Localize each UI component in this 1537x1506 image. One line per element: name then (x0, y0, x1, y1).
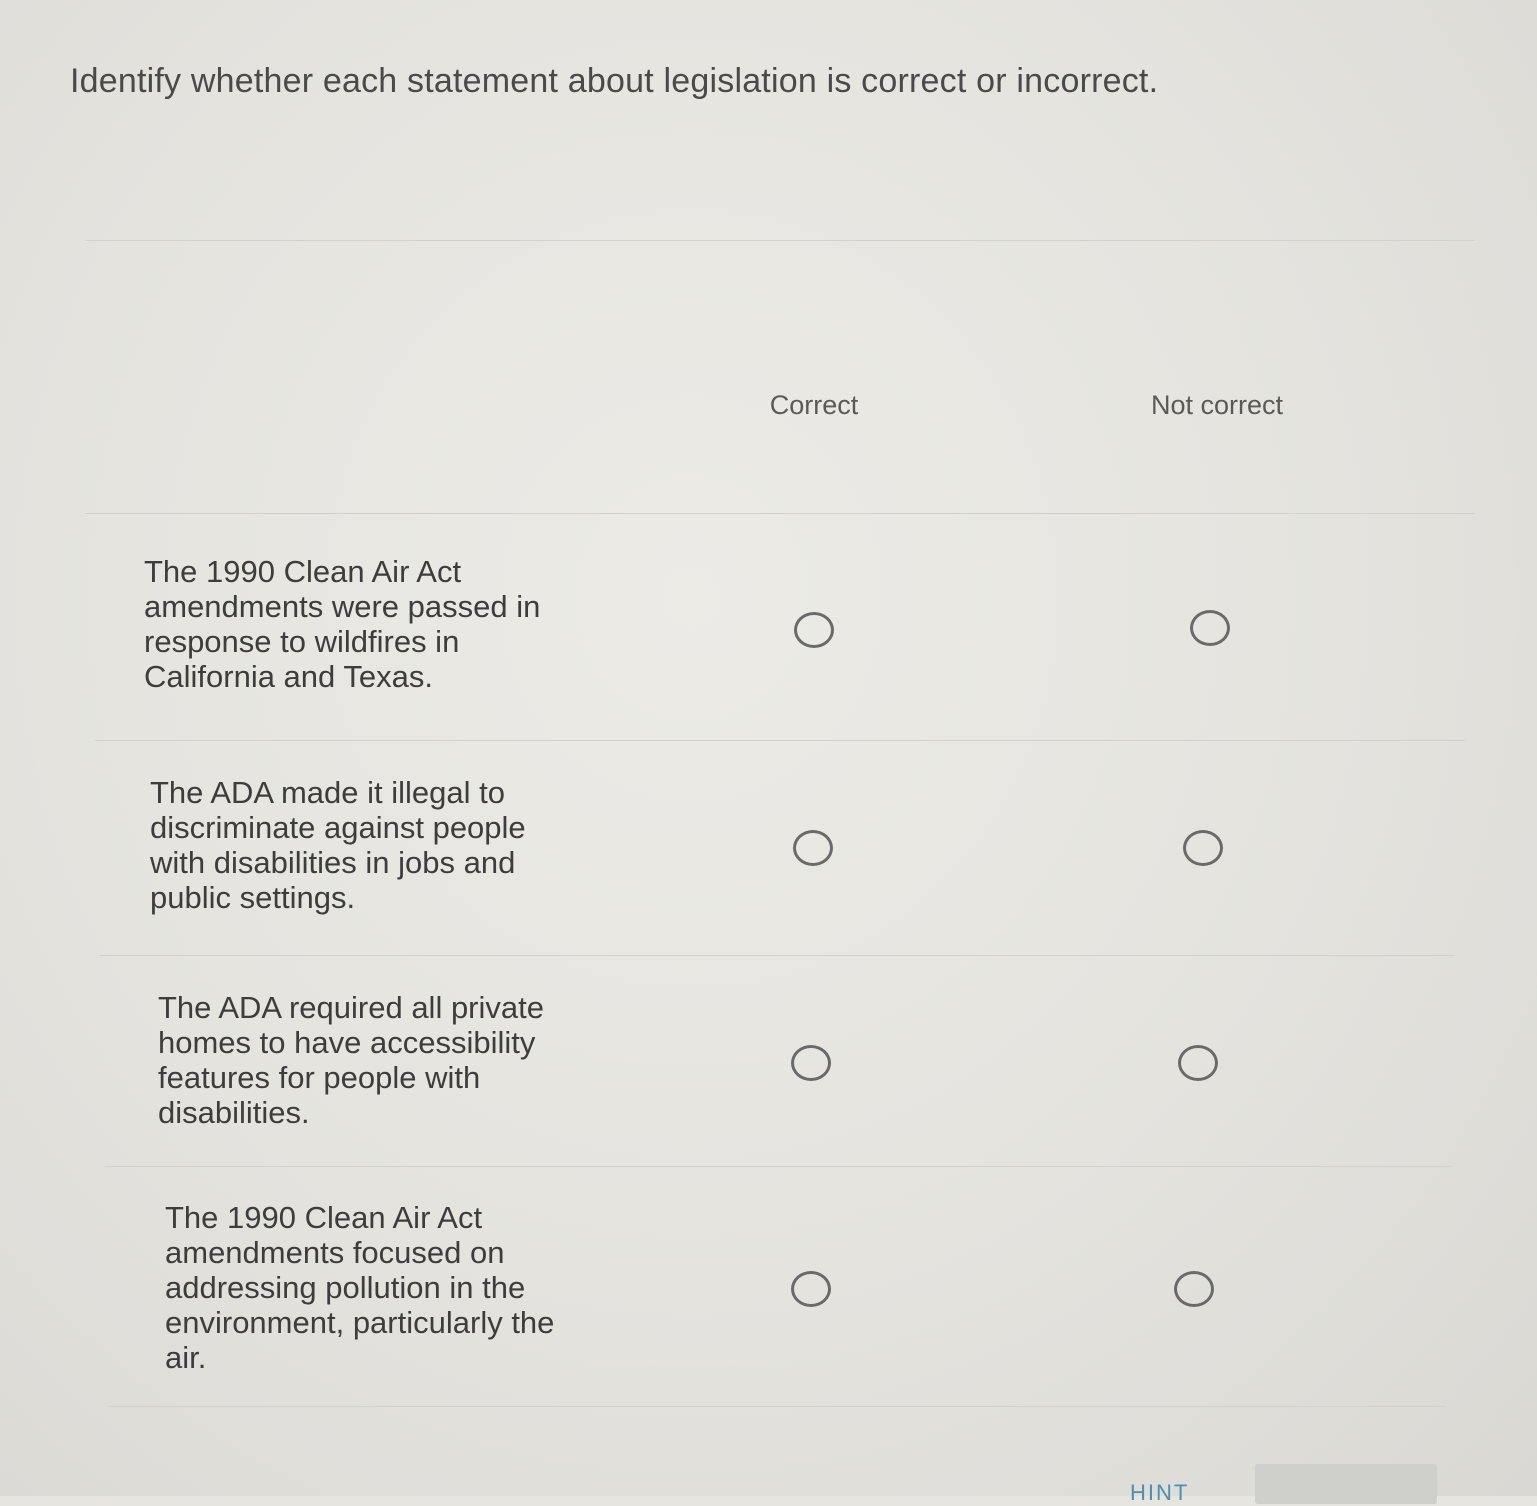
divider-row-4 (110, 1406, 1445, 1407)
question-prompt: Identify whether each statement about le… (70, 62, 1159, 100)
radio-statement-2-not-correct[interactable] (1183, 830, 1223, 866)
divider-row-2 (100, 955, 1455, 956)
page: Identify whether each statement about le… (0, 0, 1537, 1505)
statement-3-text: The ADA required all private homes to ha… (158, 990, 544, 1130)
column-header-not-correct: Not correct (1150, 390, 1284, 420)
column-header-correct: Correct (769, 390, 859, 420)
radio-statement-1-correct[interactable] (794, 612, 834, 648)
radio-statement-1-not-correct[interactable] (1190, 610, 1230, 646)
radio-statement-4-correct[interactable] (791, 1271, 831, 1307)
radio-statement-4-not-correct[interactable] (1174, 1271, 1214, 1307)
divider-top (85, 240, 1475, 241)
radio-statement-3-not-correct[interactable] (1178, 1045, 1218, 1081)
divider-header (85, 513, 1475, 514)
statement-4-text: The 1990 Clean Air Act amendments focuse… (165, 1200, 555, 1375)
statement-2-text: The ADA made it illegal to discriminate … (150, 775, 526, 915)
radio-statement-2-correct[interactable] (793, 830, 833, 866)
hint-link[interactable]: HINT (1130, 1480, 1189, 1506)
divider-row-3 (105, 1166, 1450, 1167)
radio-statement-3-correct[interactable] (791, 1045, 831, 1081)
statement-1-text: The 1990 Clean Air Act amendments were p… (144, 554, 541, 694)
submit-button[interactable] (1255, 1464, 1437, 1504)
divider-row-1 (95, 740, 1465, 741)
